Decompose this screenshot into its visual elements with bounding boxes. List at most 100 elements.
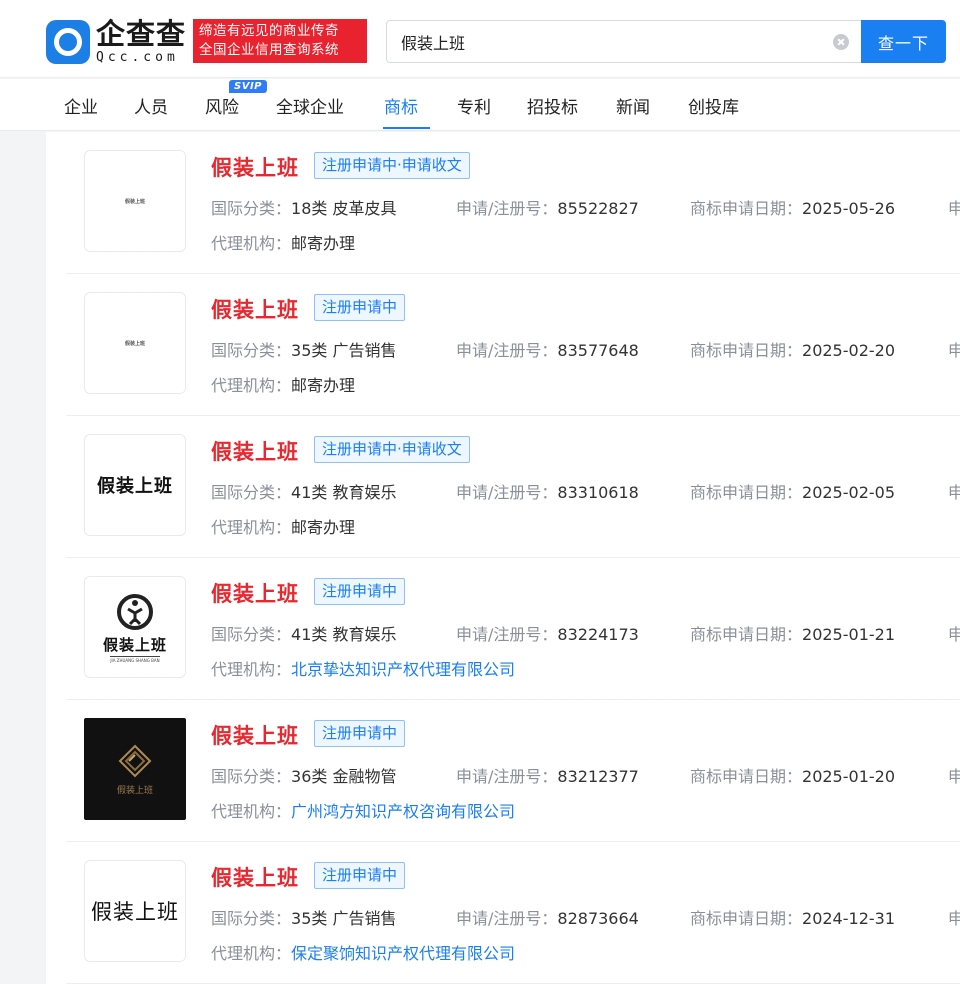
tab-bidding[interactable]: 招投标 (527, 93, 578, 118)
status-badge: 注册申请中 (314, 578, 406, 605)
class-value: 18类 皮革皮具 (291, 199, 397, 218)
trademark-thumbnail[interactable]: 假装上班 (84, 860, 186, 962)
cutoff-label: 申 (948, 625, 960, 644)
class-label: 国际分类： (211, 341, 292, 360)
category-nav: 企业 人员 风险 SVIP 全球企业 商标 专利 招投标 新闻 创投库 (0, 79, 960, 131)
slogan-line-2: 全国企业信用查询系统 (199, 42, 339, 58)
status-badge: 注册申请中 (314, 862, 406, 889)
agency-field: 代理机构：邮寄办理 (211, 372, 355, 396)
trademark-name[interactable]: 假装上班 (211, 436, 299, 466)
cutoff-label: 申 (948, 483, 960, 502)
class-label: 国际分类： (211, 483, 292, 502)
date-value: 2025-02-20 (802, 341, 895, 360)
search-box (386, 20, 862, 63)
trademark-thumbnail[interactable]: 假装上班 (84, 150, 186, 252)
date-field: 商标申请日期：2025-02-05 (690, 479, 895, 503)
tab-patent[interactable]: 专利 (457, 93, 491, 118)
date-value: 2025-05-26 (802, 199, 895, 218)
trademark-item[interactable]: 假装上班 假装上班 注册申请中·申请收文 国际分类：18类 皮革皮具 申请/注册… (66, 132, 960, 274)
diamond-logo-icon (118, 744, 152, 777)
search-input[interactable] (387, 21, 817, 62)
date-label: 商标申请日期： (690, 625, 803, 644)
agency-link[interactable]: 保定聚饷知识产权代理有限公司 (291, 944, 515, 963)
tab-news[interactable]: 新闻 (616, 93, 650, 118)
class-field: 国际分类：41类 教育娱乐 (211, 621, 396, 645)
trademark-name[interactable]: 假装上班 (211, 152, 299, 182)
thumbnail-text: 假装上班 (124, 340, 145, 347)
regno-value: 83310618 (557, 483, 639, 502)
agency-label: 代理机构： (211, 234, 292, 253)
slogan-banner: 缔造有远见的商业传奇 全国企业信用查询系统 (193, 19, 367, 63)
active-tab-indicator (383, 127, 430, 129)
trademark-item[interactable]: 假装上班 假装上班 注册申请中·申请收文 国际分类：41类 教育娱乐 申请/注册… (66, 416, 960, 558)
regno-value: 85522827 (557, 199, 639, 218)
thumbnail-text: 假装上班 (102, 635, 167, 654)
logo-domain: Qcc.com (96, 50, 179, 65)
date-label: 商标申请日期： (690, 767, 803, 786)
date-field: 商标申请日期：2025-01-21 (690, 621, 895, 645)
date-label: 商标申请日期： (690, 909, 803, 928)
regno-value: 83577648 (557, 341, 639, 360)
tab-risk[interactable]: 风险 (205, 93, 239, 118)
tab-people[interactable]: 人员 (134, 93, 168, 118)
trademark-thumbnail[interactable]: 假装上班 (84, 718, 186, 820)
thumbnail-text: 假装上班 (124, 198, 145, 205)
date-label: 商标申请日期： (690, 199, 803, 218)
agency-link[interactable]: 北京挚达知识产权代理有限公司 (291, 660, 515, 679)
thumbnail-text: 假装上班 (97, 476, 173, 497)
regno-value: 83224173 (557, 625, 639, 644)
class-value: 41类 教育娱乐 (291, 483, 397, 502)
class-field: 国际分类：35类 广告销售 (211, 337, 396, 361)
date-value: 2025-01-20 (802, 767, 895, 786)
search-button[interactable]: 查一下 (861, 20, 946, 63)
regno-label: 申请/注册号： (456, 341, 558, 360)
agency-label: 代理机构： (211, 660, 292, 679)
agency-label: 代理机构： (211, 518, 292, 537)
class-field: 国际分类：35类 广告销售 (211, 905, 396, 929)
class-label: 国际分类： (211, 199, 292, 218)
trademark-name[interactable]: 假装上班 (211, 294, 299, 324)
trademark-thumbnail[interactable]: 假装上班 (84, 434, 186, 536)
trademark-item[interactable]: 假装上班 JIA ZHUANG SHANG BAN 假装上班 注册申请中 国际分类… (66, 558, 960, 700)
clear-icon[interactable] (833, 34, 849, 50)
tab-venture-db[interactable]: 创投库 (688, 93, 739, 118)
trademark-thumbnail[interactable]: 假装上班 JIA ZHUANG SHANG BAN (84, 576, 186, 678)
agency-field: 代理机构：保定聚饷知识产权代理有限公司 (211, 940, 515, 964)
trademark-thumbnail[interactable]: 假装上班 (84, 292, 186, 394)
agency-field: 代理机构：邮寄办理 (211, 230, 355, 254)
agency-link[interactable]: 广州鸿方知识产权咨询有限公司 (291, 802, 515, 821)
thumbnail-text: 假装上班 (116, 785, 153, 796)
trademark-item[interactable]: 假装上班 假装上班 注册申请中 国际分类：35类 广告销售 申请/注册号：828… (66, 842, 960, 984)
agency-field: 代理机构：北京挚达知识产权代理有限公司 (211, 656, 515, 680)
svip-badge: SVIP (229, 80, 267, 93)
class-value: 35类 广告销售 (291, 909, 397, 928)
qcc-logo-icon (46, 20, 90, 64)
tab-trademark[interactable]: 商标 (384, 93, 418, 118)
status-badge: 注册申请中·申请收文 (314, 152, 470, 179)
tab-global-enterprise[interactable]: 全球企业 (276, 93, 344, 118)
agency-value: 邮寄办理 (291, 518, 356, 537)
trademark-name[interactable]: 假装上班 (211, 720, 299, 750)
date-label: 商标申请日期： (690, 341, 803, 360)
agency-label: 代理机构： (211, 802, 292, 821)
agency-field: 代理机构：广州鸿方知识产权咨询有限公司 (211, 798, 515, 822)
trademark-name[interactable]: 假装上班 (211, 862, 299, 892)
cutoff-label: 申 (948, 199, 960, 218)
date-label: 商标申请日期： (690, 483, 803, 502)
date-field: 商标申请日期：2025-01-20 (690, 763, 895, 787)
regno-value: 82873664 (557, 909, 639, 928)
class-field: 国际分类：18类 皮革皮具 (211, 195, 396, 219)
trademark-item[interactable]: 假装上班 假装上班 注册申请中 国际分类：36类 金融物管 申请/注册号：832… (66, 700, 960, 842)
status-badge: 注册申请中 (314, 294, 406, 321)
qcc-logo[interactable]: 企查查 Qcc.com (46, 20, 186, 64)
trademark-name[interactable]: 假装上班 (211, 578, 299, 608)
thumbnail-text: 假装上班 (91, 900, 179, 924)
regno-label: 申请/注册号： (456, 625, 558, 644)
regno-field: 申请/注册号：85522827 (456, 195, 639, 219)
tab-enterprise[interactable]: 企业 (64, 93, 98, 118)
logo-name: 企查查 (96, 17, 187, 51)
trademark-item[interactable]: 假装上班 假装上班 注册申请中 国际分类：35类 广告销售 申请/注册号：835… (66, 274, 960, 416)
regno-label: 申请/注册号： (456, 767, 558, 786)
regno-value: 83212377 (557, 767, 639, 786)
cutoff-label: 申 (948, 909, 960, 928)
